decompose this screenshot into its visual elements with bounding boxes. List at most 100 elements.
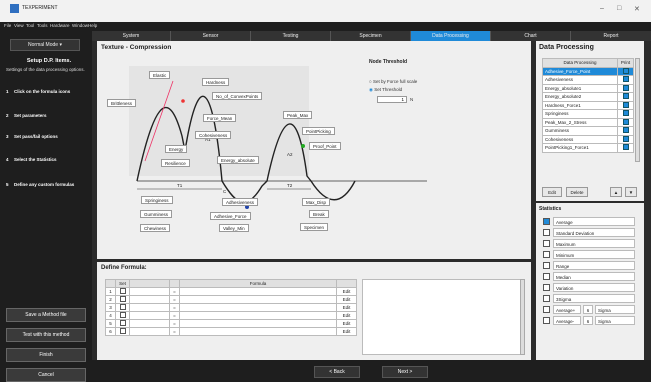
stat-checkbox[interactable] xyxy=(543,295,550,302)
node-adhesive-force[interactable]: Adhesive_Force xyxy=(210,212,251,220)
menu-hardware[interactable]: Hardware xyxy=(50,23,70,28)
formula-edit-button[interactable]: Edit xyxy=(336,319,357,328)
option-set-threshold[interactable]: ◉ Set Threshold xyxy=(369,87,449,93)
dp-row[interactable]: Cohesiveness xyxy=(542,134,634,144)
dp-row[interactable]: Adhesive_Force_Point xyxy=(542,66,634,76)
stat-checkbox[interactable] xyxy=(543,229,550,236)
formula-input[interactable] xyxy=(179,295,337,304)
stat-row-median[interactable]: Median xyxy=(543,272,635,281)
stat-row-average-minus[interactable]: Average- 6 Sigma xyxy=(543,316,635,325)
formula-name-input[interactable] xyxy=(129,287,170,296)
node-gumminess[interactable]: Gumminess xyxy=(140,210,173,218)
node-break[interactable]: Break xyxy=(309,210,329,218)
formula-name-input[interactable] xyxy=(129,311,170,320)
stat-row-range[interactable]: Range xyxy=(543,261,635,270)
print-checkbox[interactable] xyxy=(622,101,629,108)
formula-input[interactable] xyxy=(179,287,337,296)
formula-input[interactable] xyxy=(179,319,337,328)
stat-row-max[interactable]: Maximum xyxy=(543,239,635,248)
tab-report[interactable]: Report xyxy=(571,31,651,41)
dp-row[interactable]: Energy_absolute2 xyxy=(542,92,634,102)
menu-window[interactable]: Window xyxy=(72,23,88,28)
move-up-button[interactable]: ▲ xyxy=(610,187,622,197)
set-checkbox[interactable] xyxy=(119,304,126,310)
stat-checkbox[interactable] xyxy=(543,262,550,269)
node-springiness[interactable]: Springiness xyxy=(141,196,173,204)
dp-row[interactable]: Gumminess xyxy=(542,126,634,136)
formula-edit-button[interactable]: Edit xyxy=(336,311,357,320)
node-force-mean[interactable]: Force_Mean xyxy=(203,114,237,122)
node-no-convex-points[interactable]: No_of_ConvexPoints xyxy=(212,92,263,100)
formula-edit-button[interactable]: Edit xyxy=(336,303,357,312)
tab-system[interactable]: System xyxy=(92,31,171,41)
menu-tools[interactable]: Tools xyxy=(37,23,48,28)
tab-testing[interactable]: Testing xyxy=(251,31,331,41)
dp-row[interactable]: PointPicking1_Force1 xyxy=(542,143,634,153)
tab-specimen[interactable]: Specimen xyxy=(331,31,411,41)
sigma-n-input[interactable]: 6 xyxy=(583,316,593,325)
node-proof-point[interactable]: Proof_Point xyxy=(309,142,341,150)
print-checkbox[interactable] xyxy=(622,93,629,100)
stat-checkbox[interactable] xyxy=(543,273,550,280)
tab-chart[interactable]: Chart xyxy=(491,31,571,41)
dp-row[interactable]: Peak_Max_2_Stress xyxy=(542,117,634,127)
node-hardness[interactable]: Hardness xyxy=(202,78,230,86)
dp-row[interactable]: Adhesiveness xyxy=(542,75,634,85)
stat-checkbox[interactable] xyxy=(543,251,550,258)
formula-input[interactable] xyxy=(179,311,337,320)
node-elastic[interactable]: Elastic xyxy=(149,71,171,79)
print-checkbox[interactable] xyxy=(622,144,629,151)
formula-scrollbar[interactable] xyxy=(520,279,525,355)
close-button[interactable]: ✕ xyxy=(634,5,640,13)
dp-delete-button[interactable]: Delete xyxy=(566,187,588,197)
node-cohesiveness[interactable]: Cohesiveness xyxy=(195,131,232,139)
stat-row-average[interactable]: Average xyxy=(543,217,635,226)
formula-edit-button[interactable]: Edit xyxy=(336,287,357,296)
stat-checkbox[interactable] xyxy=(543,284,550,291)
print-checkbox[interactable] xyxy=(622,67,629,74)
menu-help[interactable]: Help xyxy=(88,23,97,28)
stat-row-3sigma[interactable]: 3Sigma xyxy=(543,294,635,303)
move-down-button[interactable]: ▼ xyxy=(625,187,637,197)
node-valley-min[interactable]: Valley_Min xyxy=(219,224,249,232)
node-point-picking[interactable]: PointPicking xyxy=(302,127,335,135)
node-energy-absolute[interactable]: Energy_absolute xyxy=(217,156,259,164)
print-checkbox[interactable] xyxy=(622,110,629,117)
formula-name-input[interactable] xyxy=(129,295,170,304)
tab-sensor[interactable]: Sensor xyxy=(171,31,251,41)
back-button[interactable]: < Back xyxy=(314,366,360,378)
stat-checkbox[interactable] xyxy=(543,317,550,324)
node-brittleness[interactable]: Brittleness xyxy=(107,99,137,107)
stat-checkbox[interactable] xyxy=(543,240,550,247)
sigma-n-input[interactable]: 6 xyxy=(583,305,593,314)
formula-edit-button[interactable]: Edit xyxy=(336,295,357,304)
set-checkbox[interactable] xyxy=(119,288,126,294)
menu-tool[interactable]: Tool xyxy=(26,23,34,28)
maximize-button[interactable]: □ xyxy=(617,5,621,12)
node-peak-max[interactable]: Peak_Max xyxy=(283,111,313,119)
dp-edit-button[interactable]: Edit xyxy=(542,187,562,197)
node-chewiness[interactable]: Chewiness xyxy=(140,224,171,232)
stat-checkbox[interactable] xyxy=(543,306,550,313)
stat-checkbox[interactable] xyxy=(543,218,550,225)
stat-row-variation[interactable]: Variation xyxy=(543,283,635,292)
stat-row-average-plus[interactable]: Average+ 6 Sigma xyxy=(543,305,635,314)
tab-data-processing[interactable]: Data Processing xyxy=(411,31,491,41)
set-checkbox[interactable] xyxy=(119,312,126,318)
print-checkbox[interactable] xyxy=(622,127,629,134)
minimize-button[interactable]: – xyxy=(600,5,604,12)
mode-dropdown[interactable]: Normal Mode ▾ xyxy=(10,39,80,51)
save-method-button[interactable]: Save a Method file xyxy=(6,308,86,322)
dp-row[interactable]: Energy_absolute1 xyxy=(542,83,634,93)
node-adhesiveness[interactable]: Adhesiveness xyxy=(222,198,259,206)
dp-row[interactable]: Springiness xyxy=(542,109,634,119)
node-energy[interactable]: Energy xyxy=(165,145,188,153)
formula-name-input[interactable] xyxy=(129,327,170,336)
next-button[interactable]: Next > xyxy=(382,366,428,378)
formula-name-input[interactable] xyxy=(129,319,170,328)
print-checkbox[interactable] xyxy=(622,118,629,125)
formula-input[interactable] xyxy=(179,327,337,336)
formula-name-input[interactable] xyxy=(129,303,170,312)
threshold-input[interactable]: 1 xyxy=(377,96,407,103)
set-checkbox[interactable] xyxy=(119,320,126,326)
